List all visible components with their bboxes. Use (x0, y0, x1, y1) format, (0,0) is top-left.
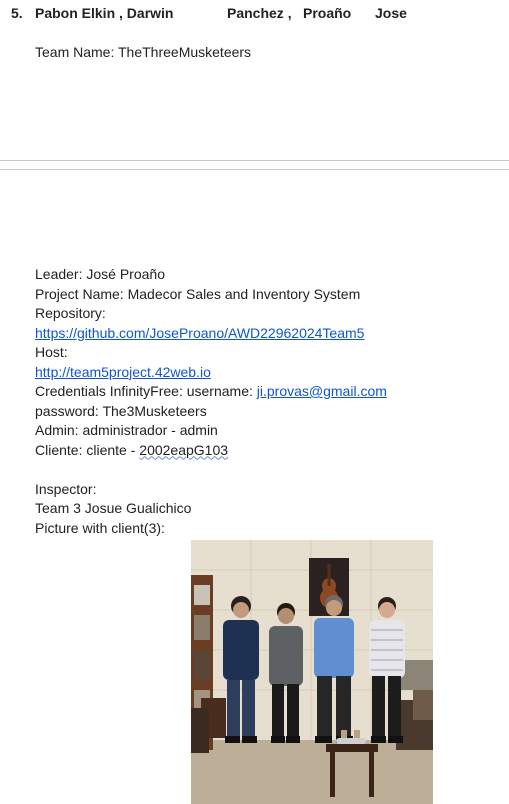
member-name-1: Pabon Elkin , Darwin (35, 5, 174, 21)
repository-label: Repository: (35, 305, 106, 321)
member-name-3: Proaño (303, 5, 352, 21)
list-number: 5. (11, 5, 23, 21)
inspector-label: Inspector: (35, 480, 97, 497)
inspector-line: Team 3 Josue Gualichico (35, 500, 192, 516)
member-name-4: Jose (375, 5, 407, 21)
project-name-line: Project Name: Madecor Sales and Inventor… (35, 285, 361, 302)
password-line: password: The3Musketeers (35, 402, 207, 419)
project-details: Leader: José Proaño Project Name: Madeco… (35, 265, 387, 538)
admin-line: Admin: administrador - admin (35, 422, 218, 438)
repository-link[interactable]: https://github.com/JoseProano/AWD2296202… (35, 325, 364, 341)
team-name: Team Name: TheThreeMusketeers (35, 44, 252, 60)
member-name-2: Panchez , (227, 5, 292, 21)
leader-line: Leader: José Proaño (35, 266, 165, 282)
page-break-top (0, 160, 509, 161)
credentials-prefix: Credentials InfinityFree: username: (35, 383, 257, 399)
client-prefix: Cliente: cliente - (35, 441, 140, 458)
host-label: Host: (35, 344, 68, 360)
credentials-line: Credentials InfinityFree: username: ji.p… (35, 382, 387, 402)
client-password: 2002eapG103 (139, 441, 229, 458)
picture-label: Picture with client(3): (35, 519, 165, 536)
client-group-photo (191, 540, 433, 804)
host-link[interactable]: http://team5project.42web.io (35, 364, 211, 380)
client-line: Cliente: cliente - 2002eapG103 (35, 441, 387, 461)
credentials-email-link[interactable]: ji.provas@gmail.com (257, 383, 387, 399)
page-break-bottom (0, 169, 509, 170)
